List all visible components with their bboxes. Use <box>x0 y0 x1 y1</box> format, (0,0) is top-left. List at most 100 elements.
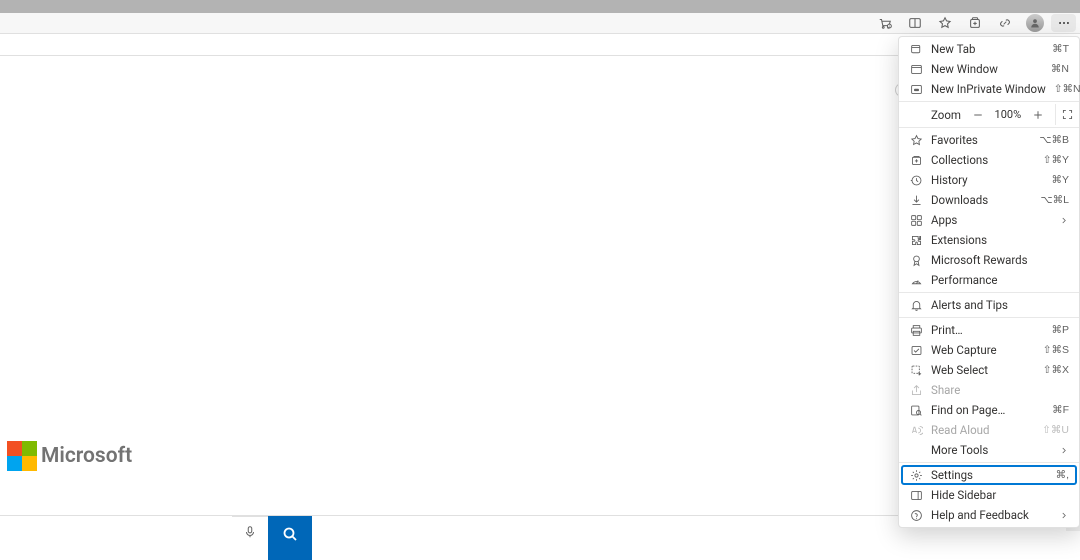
chevron-right-icon <box>1059 445 1069 455</box>
menu-label: Apps <box>931 213 1051 227</box>
menu-label: More Tools <box>931 443 1051 457</box>
menu-separator <box>899 292 1079 293</box>
menu-label: Web Capture <box>931 343 1035 357</box>
menu-share: Share <box>899 380 1079 400</box>
voice-search-button[interactable] <box>232 516 268 560</box>
gear-icon <box>909 468 923 482</box>
menu-label: Help and Feedback <box>931 508 1051 522</box>
split-screen-icon[interactable] <box>901 14 928 32</box>
capture-icon <box>909 343 923 357</box>
extensions-icon <box>909 233 923 247</box>
menu-hide-sidebar[interactable]: Hide Sidebar <box>899 485 1079 505</box>
menu-label: Performance <box>931 273 1069 287</box>
menu-label: Downloads <box>931 193 1033 207</box>
menu-shortcut: ⌘N <box>1051 63 1069 75</box>
browser-toolbar: $ <box>0 13 1080 34</box>
menu-label: New InPrivate Window <box>931 82 1046 96</box>
bell-icon <box>909 298 923 312</box>
read-aloud-icon <box>909 423 923 437</box>
print-icon <box>909 323 923 337</box>
menu-extensions[interactable]: Extensions <box>899 230 1079 250</box>
menu-collections[interactable]: Collections ⇧⌘Y <box>899 150 1079 170</box>
menu-label: New Tab <box>931 42 1044 56</box>
help-icon <box>909 508 923 522</box>
menu-new-inprivate[interactable]: New InPrivate Window ⇧⌘N <box>899 79 1079 99</box>
star-icon <box>909 133 923 147</box>
menu-label: Extensions <box>931 233 1069 247</box>
menu-label: Microsoft Rewards <box>931 253 1069 267</box>
menu-alerts[interactable]: Alerts and Tips <box>899 295 1079 315</box>
menu-apps[interactable]: Apps <box>899 210 1079 230</box>
menu-zoom-row: Zoom 100% <box>899 104 1079 125</box>
menu-shortcut: ⇧⌘U <box>1042 424 1069 436</box>
menu-shortcut: ⌘F <box>1052 404 1069 416</box>
menu-find[interactable]: Find on Page… ⌘F <box>899 400 1079 420</box>
share-icon <box>909 383 923 397</box>
search-area <box>232 516 312 560</box>
menu-shortcut: ⇧⌘N <box>1054 83 1080 95</box>
collections-icon[interactable] <box>961 14 988 32</box>
search-button[interactable] <box>268 516 312 560</box>
settings-menu: New Tab ⌘T New Window ⌘N New InPrivate W… <box>898 36 1080 528</box>
performance-icon <box>909 273 923 287</box>
zoom-out-button[interactable] <box>970 109 986 121</box>
menu-downloads[interactable]: Downloads ⌥⌘L <box>899 190 1079 210</box>
menu-shortcut: ⌘, <box>1056 469 1069 481</box>
share-link-icon[interactable] <box>991 14 1018 32</box>
menu-more-tools[interactable]: More Tools <box>899 440 1079 460</box>
menu-rewards[interactable]: Microsoft Rewards <box>899 250 1079 270</box>
menu-settings[interactable]: Settings ⌘, <box>901 465 1077 485</box>
menu-shortcut: ⇧⌘X <box>1043 364 1069 376</box>
menu-read-aloud: Read Aloud ⇧⌘U <box>899 420 1079 440</box>
menu-history[interactable]: History ⌘Y <box>899 170 1079 190</box>
more-menu-button[interactable] <box>1051 14 1076 32</box>
zoom-in-button[interactable] <box>1030 109 1046 121</box>
menu-new-window[interactable]: New Window ⌘N <box>899 59 1079 79</box>
menu-help[interactable]: Help and Feedback <box>899 505 1079 525</box>
microsoft-logo: Microsoft <box>7 441 132 471</box>
menu-label: Find on Page… <box>931 403 1044 417</box>
menu-shortcut: ⌘P <box>1051 324 1069 336</box>
zoom-value: 100% <box>995 108 1022 121</box>
zoom-label: Zoom <box>931 108 961 122</box>
svg-text:$: $ <box>888 23 890 28</box>
menu-label: Hide Sidebar <box>931 488 1069 502</box>
find-icon <box>909 403 923 417</box>
profile-avatar[interactable] <box>1021 14 1048 32</box>
select-icon <box>909 363 923 377</box>
sidebar-icon <box>909 488 923 502</box>
menu-label: Share <box>931 383 1069 397</box>
chevron-right-icon <box>1059 215 1069 225</box>
menu-label: Settings <box>931 468 1048 482</box>
menu-favorites[interactable]: Favorites ⌥⌘B <box>899 130 1079 150</box>
menu-shortcut: ⌘T <box>1052 43 1069 55</box>
menu-performance[interactable]: Performance <box>899 270 1079 290</box>
logo-text: Microsoft <box>41 444 132 468</box>
window-titlebar <box>0 0 1080 13</box>
menu-separator <box>899 127 1079 128</box>
menu-shortcut: ⇧⌘Y <box>1043 154 1069 166</box>
favorites-star-icon[interactable] <box>931 14 958 32</box>
logo-squares-icon <box>7 441 37 471</box>
menu-shortcut: ⌘Y <box>1051 174 1069 186</box>
menu-separator <box>899 462 1079 463</box>
new-window-icon <box>909 62 923 76</box>
menu-label: Collections <box>931 153 1035 167</box>
menu-separator <box>899 317 1079 318</box>
menu-label: Alerts and Tips <box>931 298 1069 312</box>
menu-shortcut: ⇧⌘S <box>1043 344 1069 356</box>
menu-web-capture[interactable]: Web Capture ⇧⌘S <box>899 340 1079 360</box>
chevron-right-icon <box>1059 510 1069 520</box>
menu-label: New Window <box>931 62 1043 76</box>
menu-label: Web Select <box>931 363 1035 377</box>
menu-web-select[interactable]: Web Select ⇧⌘X <box>899 360 1079 380</box>
apps-icon <box>909 213 923 227</box>
menu-shortcut: ⌥⌘B <box>1039 134 1069 146</box>
menu-label: History <box>931 173 1043 187</box>
shopping-icon[interactable]: $ <box>871 14 898 32</box>
menu-print[interactable]: Print… ⌘P <box>899 320 1079 340</box>
menu-new-tab[interactable]: New Tab ⌘T <box>899 39 1079 59</box>
menu-label: Favorites <box>931 133 1031 147</box>
fullscreen-button[interactable] <box>1055 104 1079 125</box>
new-tab-icon <box>909 42 923 56</box>
